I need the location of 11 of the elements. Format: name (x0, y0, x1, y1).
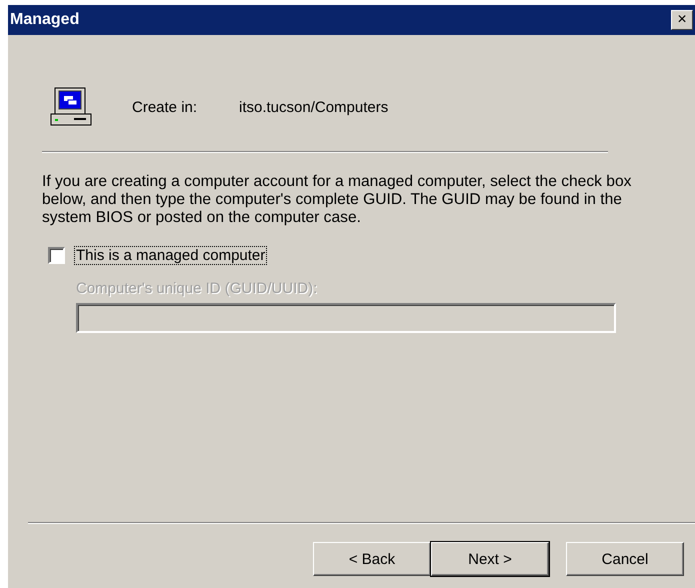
description-text: If you are creating a computer account for a managed computer, select the check box below, and then type the computer's complete GUID. The GUID may be found in the system BIOS or posted on the computer case. (42, 173, 632, 227)
create-in-value: itso.tucson/Computers (239, 98, 388, 116)
cancel-button[interactable]: Cancel (566, 542, 684, 576)
close-button[interactable]: × (671, 10, 693, 30)
managed-checkbox-label[interactable]: This is a managed computer (75, 247, 266, 264)
managed-checkbox[interactable] (48, 247, 65, 264)
create-in-label: Create in: (132, 98, 198, 116)
computer-icon (50, 87, 94, 127)
window-title: Managed (10, 11, 80, 29)
back-button[interactable]: < Back (313, 542, 431, 576)
next-button[interactable]: Next > (431, 542, 549, 576)
